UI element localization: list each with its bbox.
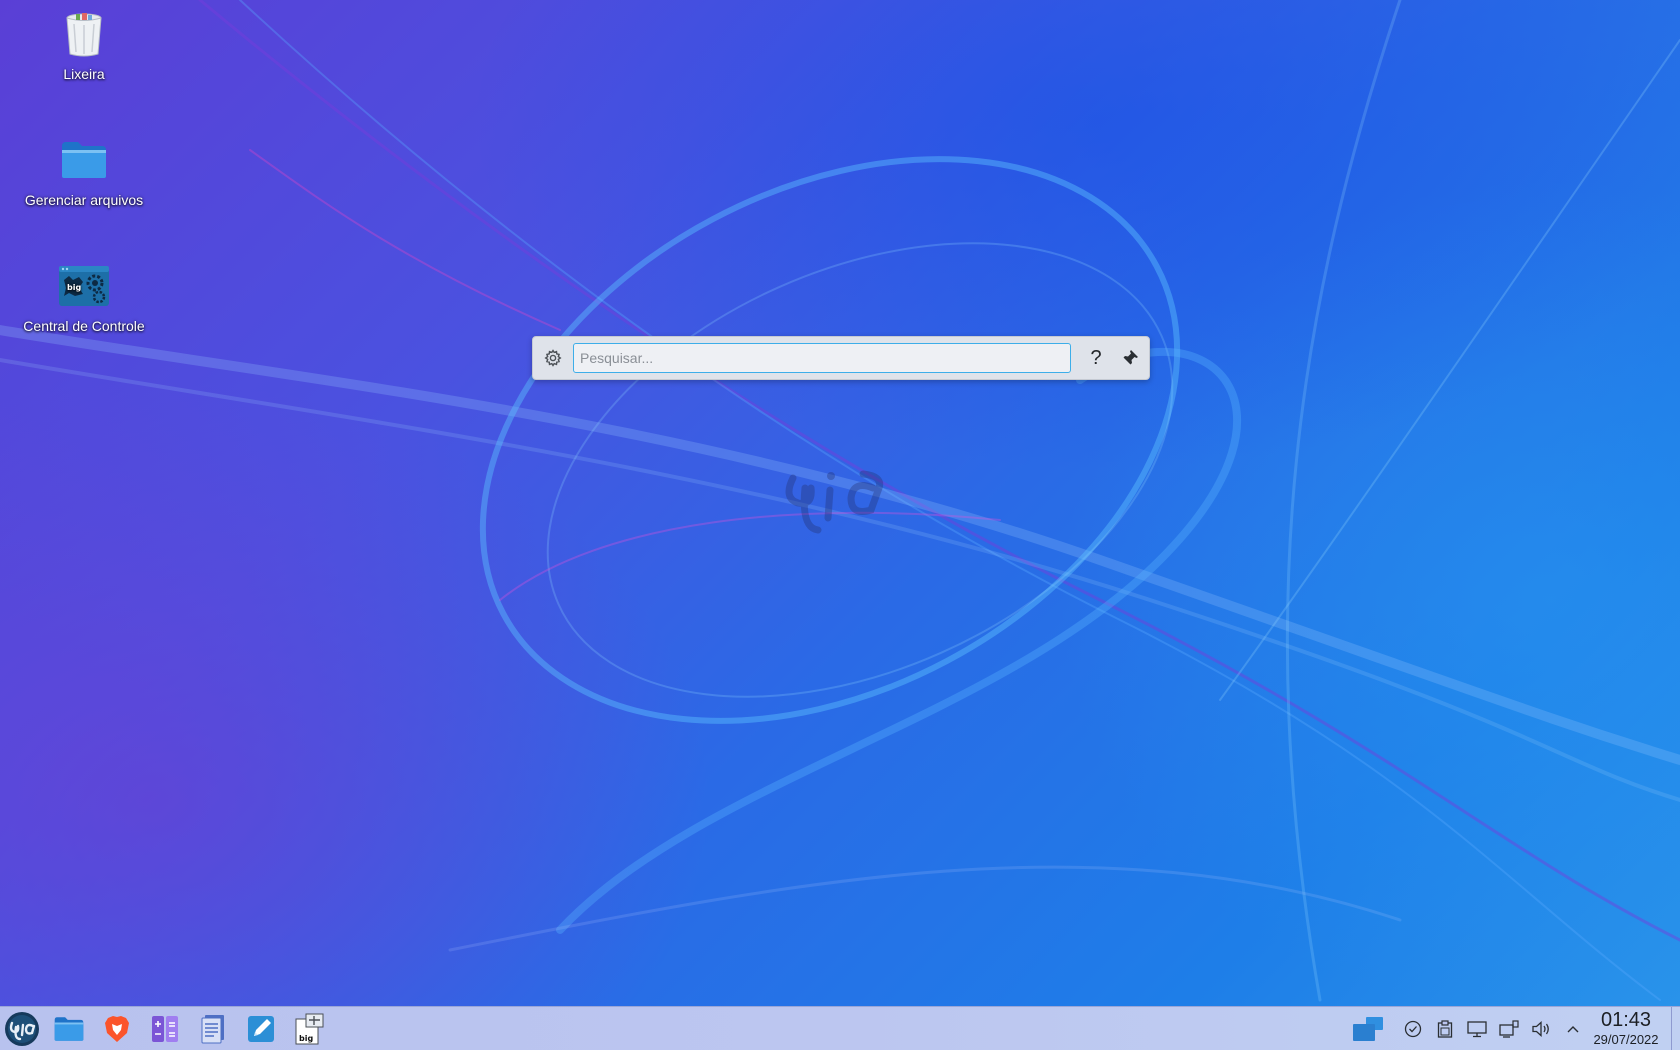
folder-icon <box>56 132 112 188</box>
desktop: Lixeira Gerenciar arquivos big Central d… <box>0 0 1680 1050</box>
trash-icon <box>56 6 112 62</box>
chevron-up-icon[interactable] <box>1563 1019 1583 1039</box>
clock-date: 29/07/2022 <box>1593 1032 1659 1047</box>
big-logo-watermark <box>785 470 884 534</box>
brave-browser-icon[interactable] <box>99 1011 135 1047</box>
digital-clock[interactable]: 01:43 29/07/2022 <box>1586 1008 1666 1047</box>
biglinux-menu-icon[interactable] <box>3 1010 41 1048</box>
document-icon[interactable] <box>195 1011 231 1047</box>
desktop-icon-label: Central de Controle <box>23 318 145 334</box>
calculator-icon[interactable] <box>147 1011 183 1047</box>
krunner-search-bar: ? <box>532 336 1150 380</box>
clock-time: 01:43 <box>1600 1009 1652 1031</box>
taskbar-app-folder-icon[interactable] <box>51 1011 87 1047</box>
check-circle-icon[interactable] <box>1403 1019 1423 1039</box>
desktop-icon-label: Lixeira <box>63 66 105 82</box>
volume-icon[interactable] <box>1531 1019 1551 1039</box>
text-editor-icon[interactable] <box>243 1011 279 1047</box>
presentation-icon[interactable]: big <box>291 1011 327 1047</box>
gear-icon[interactable] <box>533 338 573 378</box>
desktop-icon-label: Gerenciar arquivos <box>24 192 144 208</box>
svg-text:big: big <box>299 1034 313 1043</box>
help-button[interactable]: ? <box>1079 341 1113 375</box>
desktop-icon-trash[interactable]: Lixeira <box>9 6 159 82</box>
desktop-icon-control-center[interactable]: big Central de Controle <box>9 258 159 334</box>
pin-icon[interactable] <box>1113 341 1147 375</box>
network-icon[interactable] <box>1499 1019 1519 1039</box>
desktop-icon-file-manager[interactable]: Gerenciar arquivos <box>9 132 159 208</box>
control-center-icon: big <box>56 258 112 314</box>
clipboard-icon[interactable] <box>1435 1019 1455 1039</box>
taskbar: big 01:43 29/07/2022 <box>0 1006 1680 1050</box>
display-icon[interactable] <box>1467 1019 1487 1039</box>
virtual-desktops-icon[interactable] <box>1351 1015 1385 1043</box>
search-input[interactable] <box>573 343 1071 373</box>
show-desktop-button[interactable] <box>1671 1007 1680 1050</box>
svg-text:big: big <box>67 283 81 292</box>
